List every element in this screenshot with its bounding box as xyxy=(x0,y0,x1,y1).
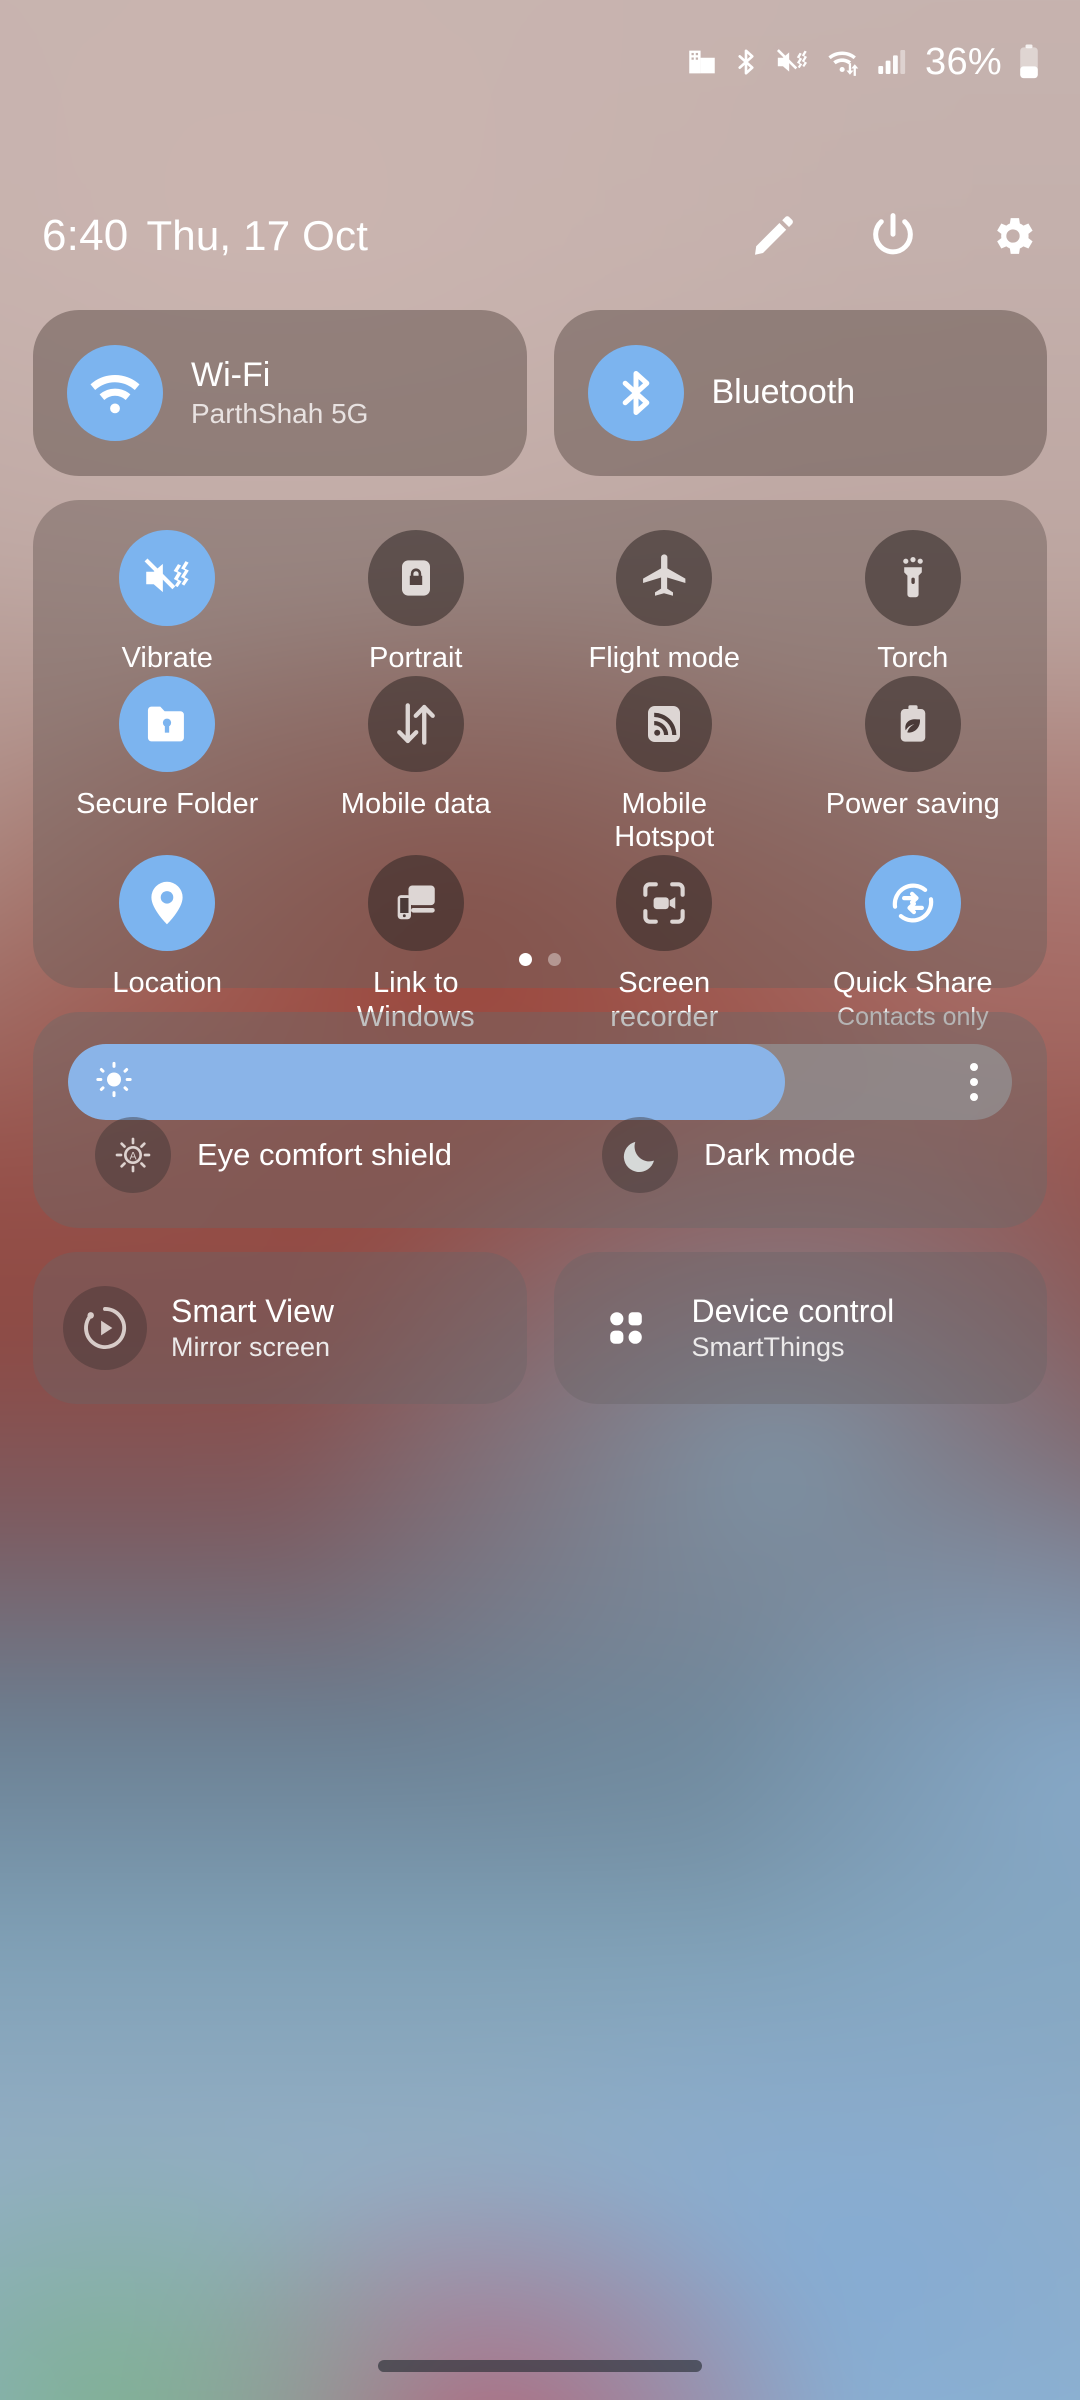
wifi-data-icon xyxy=(823,45,863,79)
bluetooth-icon[interactable] xyxy=(587,345,684,441)
device-control-tile[interactable]: Device control SmartThings xyxy=(553,1252,1047,1404)
device-control-title: Device control xyxy=(691,1293,895,1330)
page-indicator xyxy=(33,953,1047,966)
smart-view-title: Smart View xyxy=(171,1293,335,1330)
toggle-label: Flight mode xyxy=(588,642,740,674)
toggle-vibrate[interactable]: Vibrate xyxy=(43,530,292,676)
header-actions xyxy=(746,209,1040,263)
toggle-portrait[interactable]: Portrait xyxy=(292,530,541,676)
toggle-label: Secure Folder xyxy=(76,787,259,820)
dark-mode-option[interactable]: Dark mode xyxy=(540,1117,1047,1193)
toggle-mobile-data[interactable]: Mobile data xyxy=(292,675,541,855)
toggle-torch[interactable]: Torch xyxy=(789,530,1038,676)
eye-comfort-shield-label: Eye comfort shield xyxy=(197,1137,452,1172)
quick-settings-screen: 36% 6:40 Thu, 17 Oct Wi-Fi ParthShah 5G … xyxy=(0,0,1080,2400)
toggle-label: Power saving xyxy=(825,787,1000,820)
bluetooth-tile-text: Bluetooth xyxy=(712,373,856,412)
dark-mode-moon-icon[interactable] xyxy=(602,1117,678,1193)
toggle-screen-recorder[interactable]: Screen recorder xyxy=(540,854,789,1034)
toggle-label: Mobile Hotspot xyxy=(614,787,715,854)
toggle-label: Portrait xyxy=(369,642,463,674)
wifi-tile-text: Wi-Fi ParthShah 5G xyxy=(191,356,368,431)
bluetooth-tile[interactable]: Bluetooth xyxy=(553,310,1047,476)
panel-header: 6:40 Thu, 17 Oct xyxy=(0,196,1080,276)
smart-view-tile[interactable]: Smart View Mirror screen xyxy=(33,1252,527,1404)
device-control-icon[interactable] xyxy=(584,1286,668,1370)
toggle-mobile-hotspot[interactable]: Mobile Hotspot xyxy=(540,675,789,855)
toggle-label: Mobile data xyxy=(340,787,491,820)
toggle-location[interactable]: Location xyxy=(43,854,292,1034)
clock-date[interactable]: Thu, 17 Oct xyxy=(146,212,368,260)
brightness-sun-icon xyxy=(94,1060,134,1105)
device-control-text: Device control SmartThings xyxy=(692,1293,895,1363)
location-pin-icon[interactable] xyxy=(119,854,216,951)
secure-folder-icon[interactable] xyxy=(119,675,216,772)
wifi-tile-subtitle: ParthShah 5G xyxy=(191,397,369,429)
toggle-flight-mode[interactable]: Flight mode xyxy=(540,530,789,676)
svg-text:A: A xyxy=(129,1150,137,1162)
toggle-label: Quick Share xyxy=(832,966,993,999)
dark-mode-label: Dark mode xyxy=(704,1137,856,1172)
smart-view-icon[interactable] xyxy=(63,1286,147,1370)
smart-view-text: Smart View Mirror screen xyxy=(171,1293,334,1363)
bottom-tiles-row: Smart View Mirror screen Device control … xyxy=(33,1252,1047,1404)
clock-time[interactable]: 6:40 xyxy=(42,211,128,261)
eye-comfort-shield-option[interactable]: A Eye comfort shield xyxy=(33,1117,540,1193)
mobile-data-icon[interactable] xyxy=(367,675,464,772)
hotspot-icon[interactable] xyxy=(616,675,713,772)
power-icon[interactable] xyxy=(866,209,920,263)
wifi-icon[interactable] xyxy=(67,345,163,441)
quick-toggles-grid: Vibrate Portrait Flight mode Torch Secur… xyxy=(33,500,1047,1033)
toggle-label: Torch xyxy=(877,642,949,674)
flashlight-icon[interactable] xyxy=(864,530,961,626)
rotation-lock-icon[interactable] xyxy=(367,530,464,626)
toggle-label: Location xyxy=(112,966,223,999)
quick-share-icon[interactable] xyxy=(864,854,961,951)
page-dot-2[interactable] xyxy=(548,953,561,966)
clock-date-group[interactable]: 6:40 Thu, 17 Oct xyxy=(42,211,368,261)
link-to-windows-icon[interactable] xyxy=(367,854,464,951)
page-dot-1[interactable] xyxy=(519,953,532,966)
gesture-bar[interactable] xyxy=(378,2360,702,2372)
settings-gear-icon[interactable] xyxy=(986,209,1040,263)
connectivity-tiles: Wi-Fi ParthShah 5G Bluetooth xyxy=(33,310,1047,476)
status-bar: 36% xyxy=(0,0,1080,124)
smart-view-subtitle: Mirror screen xyxy=(171,1331,331,1362)
toggle-link-to-windows[interactable]: Link to Windows xyxy=(292,854,541,1034)
signal-bars-icon xyxy=(875,46,907,78)
bluetooth-tile-title: Bluetooth xyxy=(711,373,856,412)
quick-toggles-panel: Vibrate Portrait Flight mode Torch Secur… xyxy=(33,500,1047,1033)
toggle-power-saving[interactable]: Power saving xyxy=(789,675,1038,855)
display-options-row: A Eye comfort shield Dark mode xyxy=(33,1100,1047,1210)
device-control-subtitle: SmartThings xyxy=(691,1331,845,1362)
wifi-tile-title: Wi-Fi xyxy=(191,355,271,394)
work-profile-icon xyxy=(685,45,719,79)
eye-comfort-shield-icon[interactable]: A xyxy=(95,1117,171,1193)
screen-recorder-icon[interactable] xyxy=(616,854,713,951)
battery-icon xyxy=(1016,43,1042,81)
toggle-label: Vibrate xyxy=(121,642,213,674)
brightness-panel: A Eye comfort shield Dark mode xyxy=(33,1012,1047,1228)
toggle-secure-folder[interactable]: Secure Folder xyxy=(43,675,292,855)
wifi-tile[interactable]: Wi-Fi ParthShah 5G xyxy=(33,310,527,476)
vibrate-mute-icon xyxy=(773,45,811,79)
edit-pencil-icon[interactable] xyxy=(746,209,800,263)
power-saving-icon[interactable] xyxy=(864,675,961,772)
airplane-icon[interactable] xyxy=(616,530,713,626)
bluetooth-icon xyxy=(731,44,761,80)
battery-percentage: 36% xyxy=(925,40,1002,83)
toggle-quick-share[interactable]: Quick Share Contacts only xyxy=(789,854,1038,1034)
more-options-icon[interactable] xyxy=(970,1063,978,1101)
vibrate-icon[interactable] xyxy=(119,530,216,626)
